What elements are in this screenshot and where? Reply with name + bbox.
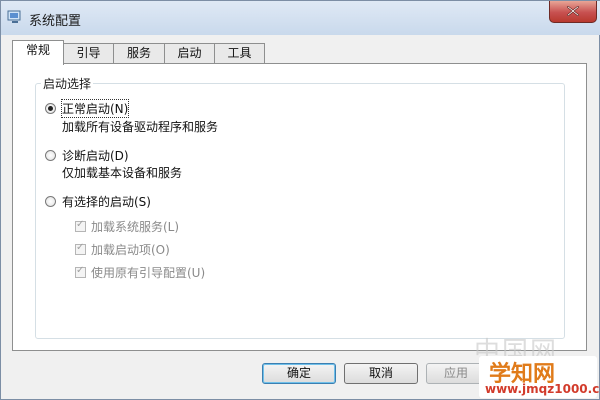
normal-startup-radio[interactable]	[45, 103, 56, 114]
use-original-boot-config-checkbox	[75, 265, 86, 278]
selective-startup-option[interactable]: 有选择的启动(S)	[45, 193, 151, 210]
tab-boot[interactable]: 引导	[63, 43, 114, 63]
selective-startup-label[interactable]: 有选择的启动(S)	[62, 193, 151, 210]
close-icon	[566, 5, 580, 19]
close-button[interactable]	[549, 1, 597, 23]
system-config-window: 系统配置 常规 引导 服务 启动 工具 启动选择 正常启动(N) 加载所有设备驱…	[0, 0, 600, 400]
title-bar[interactable]: 系统配置	[1, 1, 600, 35]
normal-startup-desc: 加载所有设备驱动程序和服务	[62, 120, 219, 134]
tab-services[interactable]: 服务	[113, 43, 165, 63]
diagnostic-startup-option[interactable]: 诊断启动(D)	[45, 147, 129, 164]
selective-startup-radio[interactable]	[45, 196, 56, 207]
general-tab-panel: 启动选择 正常启动(N) 加载所有设备驱动程序和服务 诊断启动(D) 仅加载基本…	[12, 63, 587, 351]
tab-startup[interactable]: 启动	[164, 43, 215, 63]
tab-tools[interactable]: 工具	[214, 43, 265, 63]
ok-button[interactable]: 确定	[262, 363, 336, 384]
normal-startup-option[interactable]: 正常启动(N)	[45, 99, 130, 118]
normal-startup-label[interactable]: 正常启动(N)	[60, 99, 130, 118]
load-system-services-checkbox	[75, 219, 86, 232]
window-title: 系统配置	[29, 14, 82, 29]
system-config-icon	[7, 10, 23, 24]
tab-general[interactable]: 常规	[12, 40, 64, 65]
cancel-button[interactable]: 取消	[344, 363, 418, 384]
use-original-boot-config-label: 使用原有引导配置(U)	[91, 266, 206, 280]
watermark-logo: 学知网 www.jmqz1000.com	[479, 356, 600, 398]
watermark-url: www.jmqz1000.com	[485, 382, 600, 396]
load-system-services-option: 加载系统服务(L)	[75, 218, 179, 235]
load-startup-items-option: 加载启动项(O)	[75, 241, 170, 258]
diagnostic-startup-radio[interactable]	[45, 150, 56, 161]
startup-selection-legend: 启动选择	[41, 75, 94, 92]
apply-button: 应用	[426, 363, 486, 384]
load-startup-items-checkbox	[75, 242, 86, 255]
diagnostic-startup-desc: 仅加载基本设备和服务	[62, 166, 183, 180]
load-startup-items-label: 加载启动项(O)	[91, 243, 170, 257]
use-original-boot-config-option: 使用原有引导配置(U)	[75, 264, 205, 281]
load-system-services-label: 加载系统服务(L)	[91, 220, 180, 234]
diagnostic-startup-label[interactable]: 诊断启动(D)	[62, 147, 129, 164]
